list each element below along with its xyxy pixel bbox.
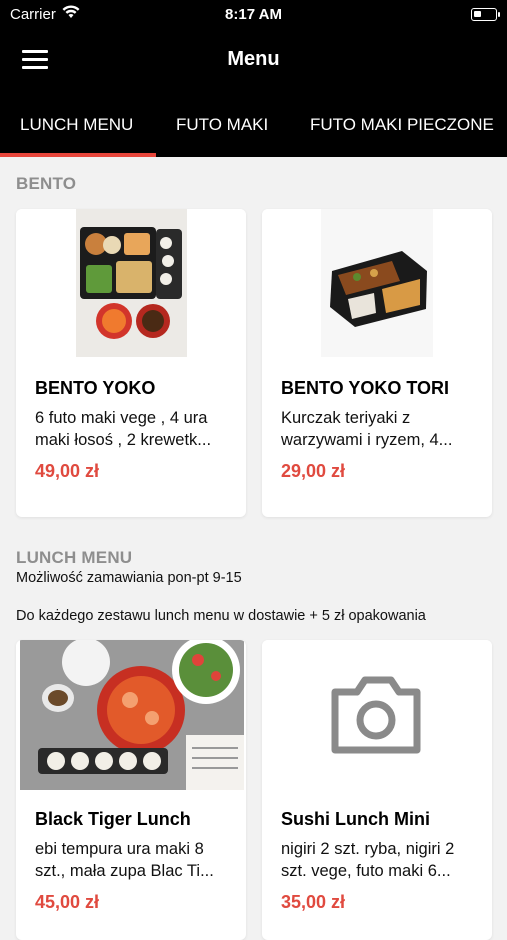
product-description-line-2: warzywami i ryzem, 4... <box>281 431 453 449</box>
product-description-line-1: ebi tempura ura maki 8 <box>35 840 204 858</box>
tab-lunch-menu[interactable]: LUNCH MENU <box>20 90 133 157</box>
tab-futo-maki[interactable]: FUTO MAKI <box>176 90 268 157</box>
product-name: BENTO YOKO TORI <box>281 378 450 398</box>
category-tabs: LUNCH MENU FUTO MAKI FUTO MAKI PIECZONE <box>0 90 507 157</box>
section-title-lunch-menu: LUNCH MENU <box>16 548 133 567</box>
page-title: Menu <box>227 48 280 70</box>
nav-bar: Menu <box>0 30 507 90</box>
product-description-line-2: szt. vege, futo maki 6... <box>281 862 451 880</box>
tab-futo-maki-pieczone[interactable]: FUTO MAKI PIECZONE <box>310 90 494 157</box>
bento-yoko-tori-image <box>262 209 492 359</box>
product-price: 45,00 zł <box>35 892 100 912</box>
product-description-line-1: 6 futo maki vege , 4 ura <box>35 409 208 427</box>
product-name: BENTO YOKO <box>35 378 156 398</box>
status-bar: Carrier 8:17 AM <box>0 0 507 30</box>
product-description-line-1: nigiri 2 szt. ryba, nigiri 2 <box>281 840 455 858</box>
section-description-hours: Możliwość zamawiania pon-pt 9-15 <box>16 570 242 586</box>
product-card-sushi-lunch-mini[interactable]: Sushi Lunch Mini nigiri 2 szt. ryba, nig… <box>262 640 492 940</box>
product-description-line-2: maki łosoś , 2 krewetk... <box>35 431 212 449</box>
product-description-line-1: Kurczak teriyaki z <box>281 409 411 427</box>
active-tab-indicator <box>0 153 156 157</box>
section-description-packaging: Do każdego zestawu lunch menu w dostawie… <box>16 608 426 624</box>
camera-placeholder-icon <box>262 640 492 790</box>
section-title-bento: BENTO <box>16 174 77 193</box>
black-tiger-lunch-image <box>16 640 246 790</box>
product-card-bento-yoko[interactable]: BENTO YOKO 6 futo maki vege , 4 ura maki… <box>16 209 246 517</box>
battery-fill <box>474 11 481 17</box>
product-name: Black Tiger Lunch <box>35 809 191 829</box>
product-card-bento-yoko-tori[interactable]: BENTO YOKO TORI Kurczak teriyaki z warzy… <box>262 209 492 517</box>
product-name: Sushi Lunch Mini <box>281 809 430 829</box>
status-time: 8:17 AM <box>225 6 282 23</box>
product-price: 35,00 zł <box>281 892 346 912</box>
bento-yoko-image <box>16 209 246 359</box>
product-price: 29,00 zł <box>281 461 346 481</box>
product-description-line-2: szt., mała zupa Blac Ti... <box>35 862 214 880</box>
product-price: 49,00 zł <box>35 461 100 481</box>
battery-icon <box>471 8 500 21</box>
product-card-black-tiger-lunch[interactable]: Black Tiger Lunch ebi tempura ura maki 8… <box>16 640 246 940</box>
